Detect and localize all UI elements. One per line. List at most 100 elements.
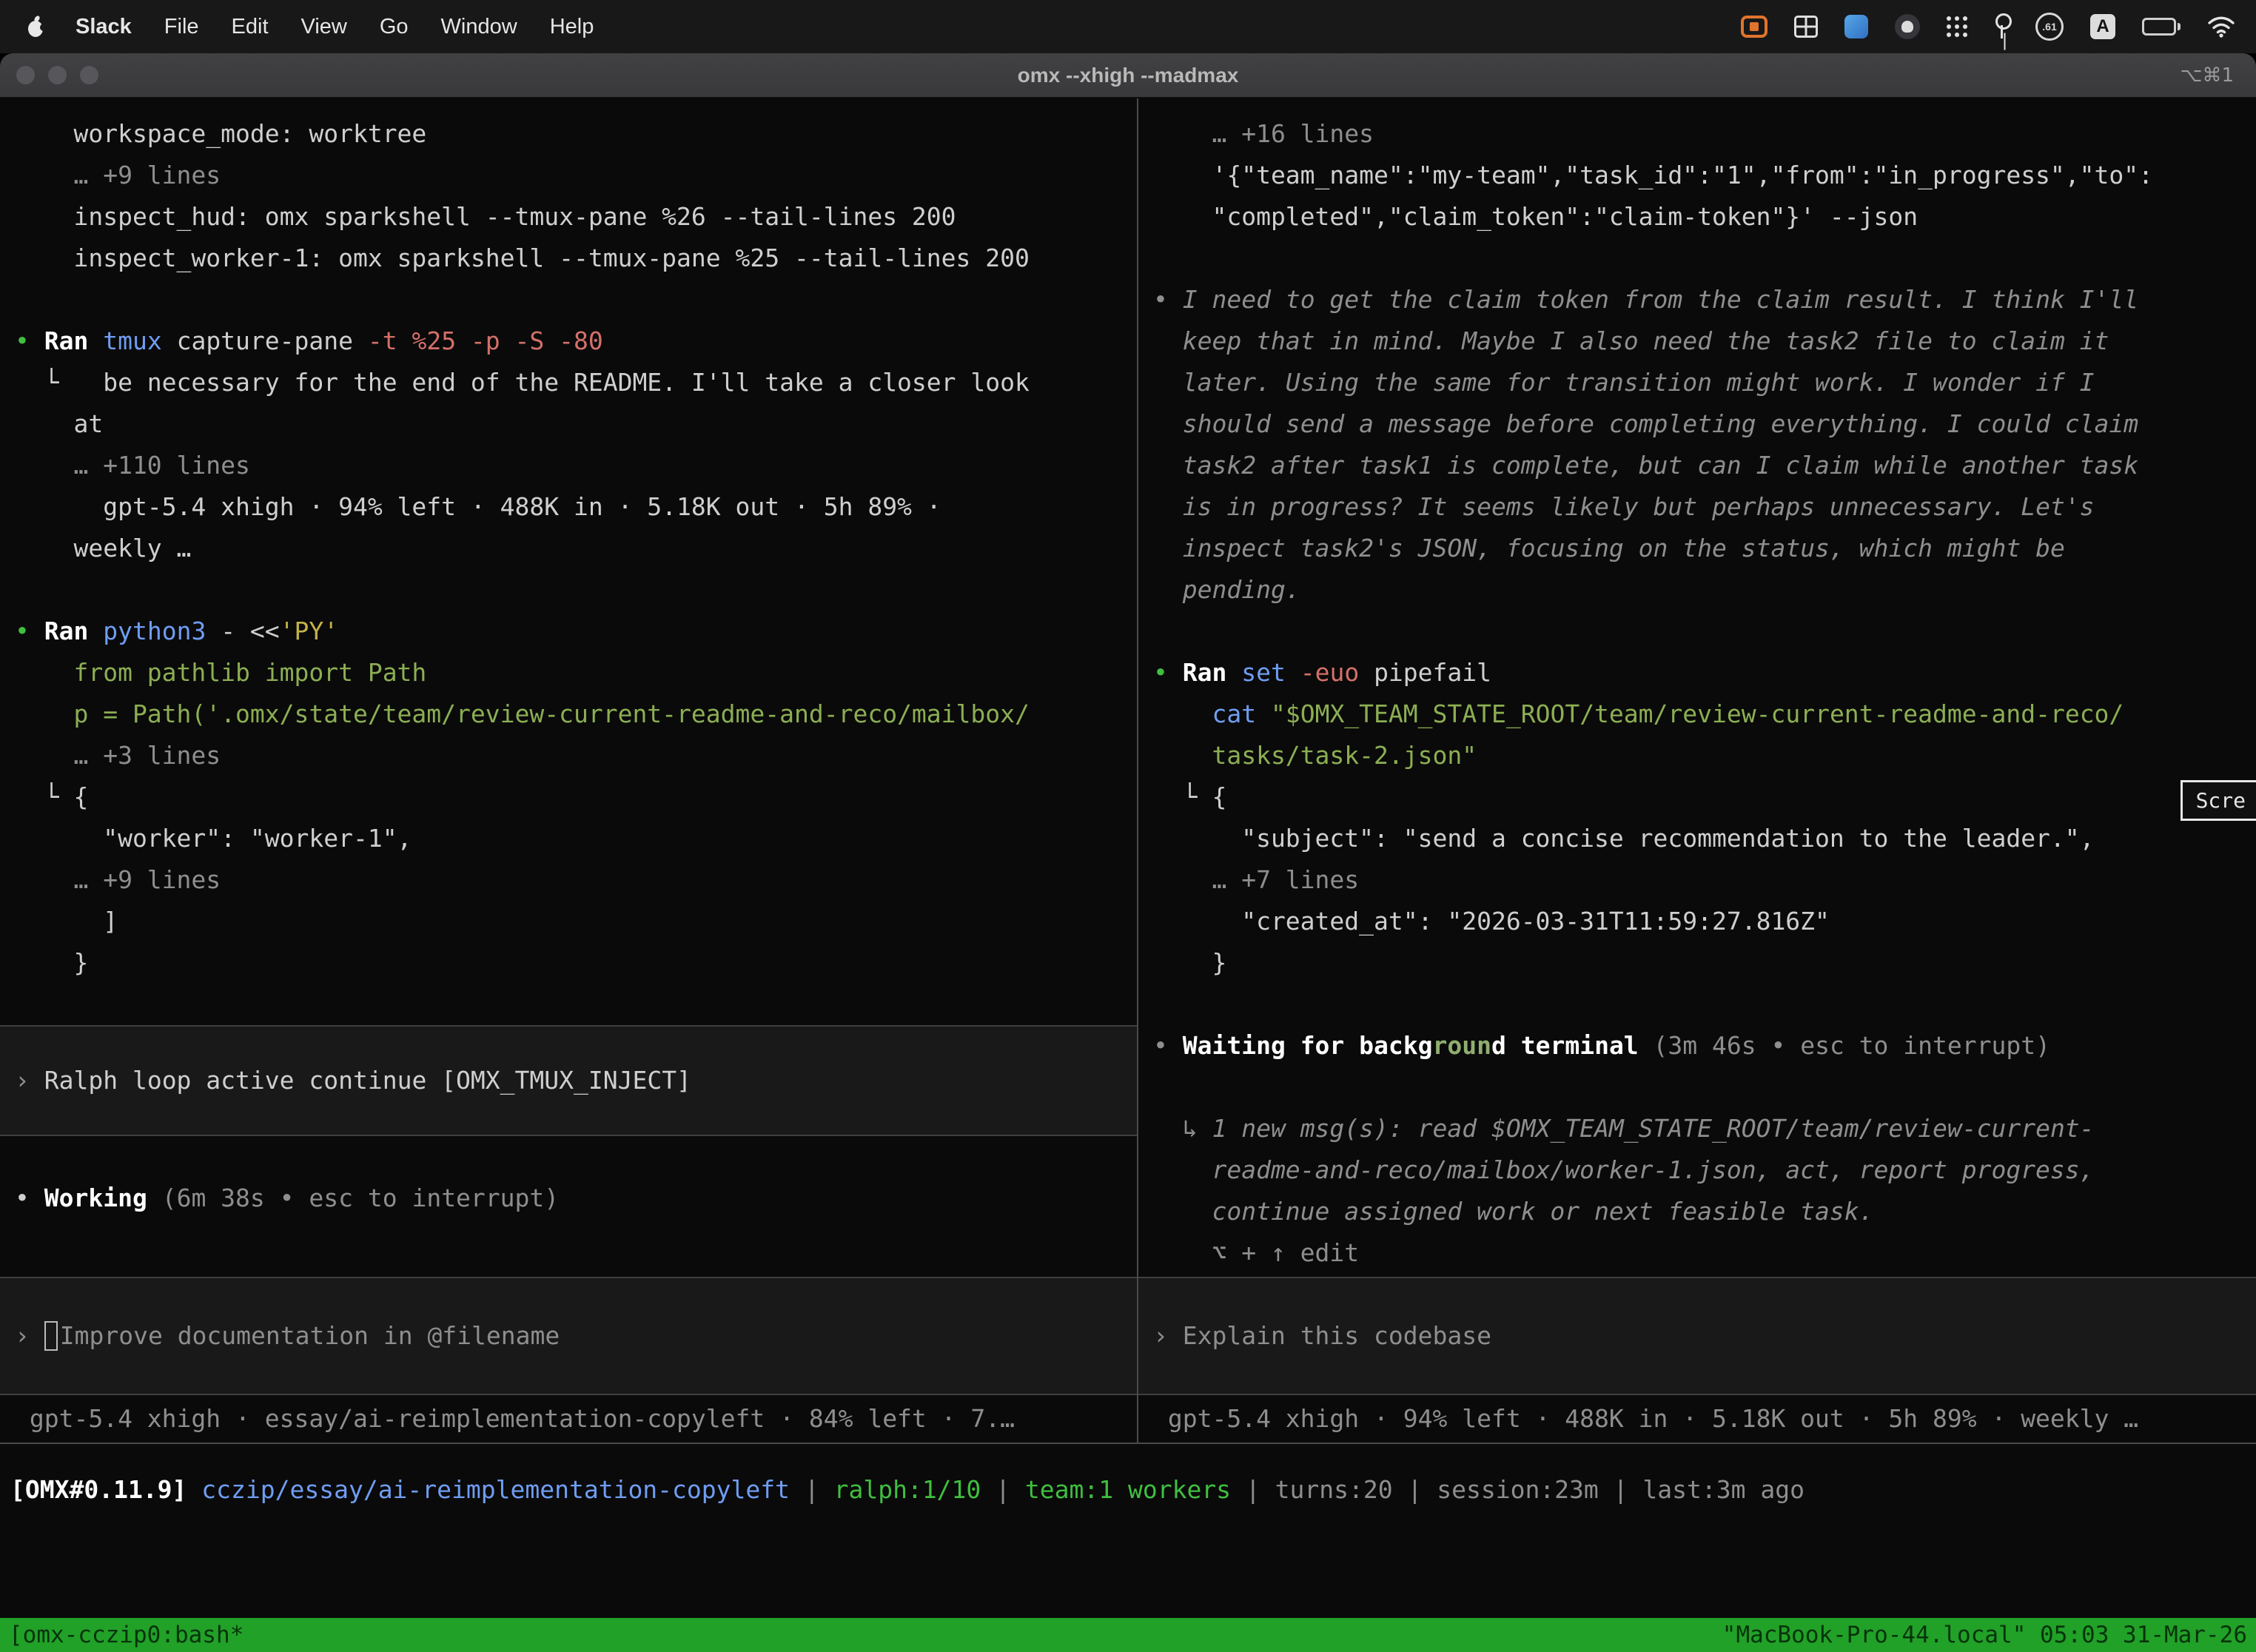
composer-input-left[interactable]: › Improve documentation in @filename: [0, 1277, 1137, 1395]
composer-input-right[interactable]: › Explain this codebase: [1138, 1277, 2256, 1395]
text-segment: 1 new msg(s): read $OMX_TEAM_STATE_ROOT/…: [1212, 1114, 2094, 1143]
terminal-line: cat "$OMX_TEAM_STATE_ROOT/team/review-cu…: [1138, 694, 2256, 735]
text-segment: |: [1393, 1475, 1437, 1504]
terminal-line: ⌥ + ↑ edit: [1138, 1232, 2256, 1274]
window-title: omx --xhigh --madmax: [0, 64, 2256, 87]
text-segment: inspect task2's JSON, focusing on the st…: [1183, 534, 2065, 563]
text-segment: •: [1153, 658, 1183, 687]
text-segment: Working: [44, 1183, 162, 1212]
gauge-icon[interactable]: .61: [2035, 13, 2064, 41]
window-grid-icon[interactable]: [1794, 16, 1818, 38]
text-segment: tasks/task-2.json": [1153, 741, 1477, 770]
text-segment: ↳: [1153, 1114, 1212, 1143]
text-segment: cat: [1212, 699, 1270, 728]
terminal-line: inspect_worker-1: omx sparkshell --tmux-…: [0, 238, 1137, 279]
terminal-line: workspace_mode: worktree: [0, 113, 1137, 155]
text-segment: -t %25 -p -S -80: [368, 326, 603, 355]
terminal-line: … +7 lines: [1138, 859, 2256, 901]
omx-status-line: [OMX#0.11.9] cczip/essay/ai-reimplementa…: [0, 1469, 2256, 1511]
text-segment: |: [981, 1475, 1025, 1504]
terminal-pane-right[interactable]: … +16 lines '{"team_name":"my-team","tas…: [1138, 98, 2256, 1443]
wifi-icon[interactable]: [2207, 16, 2235, 38]
text-segment: Ran: [44, 617, 103, 645]
ran-python-command: • Ran python3 - <<'PY': [0, 611, 1137, 652]
pane-right-footer: gpt-5.4 xhigh · 94% left · 488K in · 5.1…: [1138, 1398, 2256, 1440]
terminal-line: "created_at": "2026-03-31T11:59:27.816Z": [1138, 901, 2256, 942]
window-title-bar[interactable]: omx --xhigh --madmax ⌥⌘1: [0, 53, 2256, 98]
dark-app-icon[interactable]: [1895, 14, 1920, 39]
working-status: • Working (6m 38s • esc to interrupt): [0, 1178, 1137, 1219]
terminal-line: }: [0, 942, 1137, 984]
text-segment: at: [15, 409, 103, 438]
screen-recording-indicator-icon[interactable]: [1741, 16, 1767, 38]
tmux-session-label: [omx-cczip0:bash*: [9, 1622, 244, 1648]
text-segment: … +9 lines: [15, 865, 221, 894]
terminal-line: '{"team_name":"my-team","task_id":"1","f…: [1138, 155, 2256, 196]
blank-line: [1138, 984, 2256, 1025]
blank-line: [1138, 1067, 2256, 1108]
text-segment: "worker": "worker-1",: [15, 824, 412, 853]
text-segment: … +3 lines: [15, 741, 221, 770]
menu-item-help[interactable]: Help: [550, 15, 594, 39]
waiting-status: • Waiting for background terminal (3m 46…: [1138, 1025, 2256, 1067]
text-segment: "completed","claim_token":"claim-token"}…: [1153, 202, 1918, 231]
menu-item-go[interactable]: Go: [380, 15, 409, 39]
text-segment: d terminal: [1491, 1031, 1654, 1060]
menu-item-file[interactable]: File: [164, 15, 199, 39]
apps-grid-icon[interactable]: [1947, 16, 1967, 37]
terminal-line: inspect_hud: omx sparkshell --tmux-pane …: [0, 196, 1137, 238]
terminal-line: "subject": "send a concise recommendatio…: [1138, 818, 2256, 859]
terminal-line: weekly …: [0, 528, 1137, 569]
text-segment: … +16 lines: [1153, 119, 1374, 148]
menu-item-edit[interactable]: Edit: [232, 15, 269, 39]
text-segment: "subject": "send a concise recommendatio…: [1153, 824, 2095, 853]
text-segment: -euo: [1300, 658, 1374, 687]
text-segment: |: [1599, 1475, 1643, 1504]
text-segment: └ {: [1153, 782, 1226, 811]
battery-icon[interactable]: [2142, 18, 2181, 36]
text-segment: [1153, 368, 1183, 397]
text-segment: ›: [1153, 1315, 1183, 1357]
blank-line: [1138, 611, 2256, 652]
text-segment: [1153, 409, 1183, 438]
text-segment: [1153, 699, 1212, 728]
blank-line: [0, 569, 1137, 611]
text-segment: •: [15, 617, 44, 645]
menu-item-window[interactable]: Window: [441, 15, 517, 39]
text-segment: Ran: [1183, 658, 1241, 687]
terminal-line: p = Path('.omx/state/team/review-current…: [0, 694, 1137, 735]
key-icon[interactable]: [1994, 13, 2009, 40]
text-segment: … +7 lines: [1153, 865, 1359, 894]
terminal-line: └ {: [1138, 776, 2256, 818]
text-segment: tmux: [103, 326, 176, 355]
text-segment: set: [1241, 658, 1300, 687]
text-segment: [OMX#0.11.9]: [10, 1475, 201, 1504]
ran-tmux-command: • Ran tmux capture-pane -t %25 -p -S -80: [0, 320, 1137, 362]
text-segment: is in progress? It seems likely but perh…: [1183, 492, 2095, 521]
blue-app-icon[interactable]: [1844, 15, 1868, 38]
input-source-icon[interactable]: A: [2090, 14, 2115, 39]
text-segment: [1153, 451, 1183, 480]
tmux-panes: workspace_mode: worktree … +9 lines insp…: [0, 98, 2256, 1444]
text-segment: python3: [103, 617, 221, 645]
text-segment: └ {: [15, 782, 88, 811]
pane-left-bottom: › Improve documentation in @filename gpt…: [0, 1277, 1137, 1440]
text-segment: "$OMX_TEAM_STATE_ROOT/team/review-curren…: [1271, 699, 2124, 728]
text-segment: capture-pane: [177, 326, 368, 355]
text-segment: continue assigned work or next feasible …: [1153, 1197, 1874, 1226]
text-segment: ›: [15, 1060, 44, 1101]
tmux-status-bar: [omx-cczip0:bash* "MacBook-Pro-44.local"…: [0, 1618, 2256, 1652]
text-segment: "created_at": "2026-03-31T11:59:27.816Z": [1153, 907, 1830, 936]
menu-item-view[interactable]: View: [301, 15, 347, 39]
terminal-line: └ {: [0, 776, 1137, 818]
terminal-pane-left[interactable]: workspace_mode: worktree … +9 lines insp…: [0, 98, 1137, 1443]
apple-menu-icon[interactable]: [21, 12, 50, 41]
terminal-line: at: [0, 403, 1137, 445]
text-segment: [1153, 575, 1183, 604]
text-segment: •: [1153, 285, 1183, 314]
menu-item-app[interactable]: Slack: [75, 15, 132, 39]
terminal-content: workspace_mode: worktree … +9 lines insp…: [0, 98, 2256, 1652]
text-segment: └ be necessary for the end of the README…: [15, 368, 1030, 397]
text-segment: weekly …: [15, 534, 191, 563]
gauge-label: .61: [2042, 21, 2056, 33]
